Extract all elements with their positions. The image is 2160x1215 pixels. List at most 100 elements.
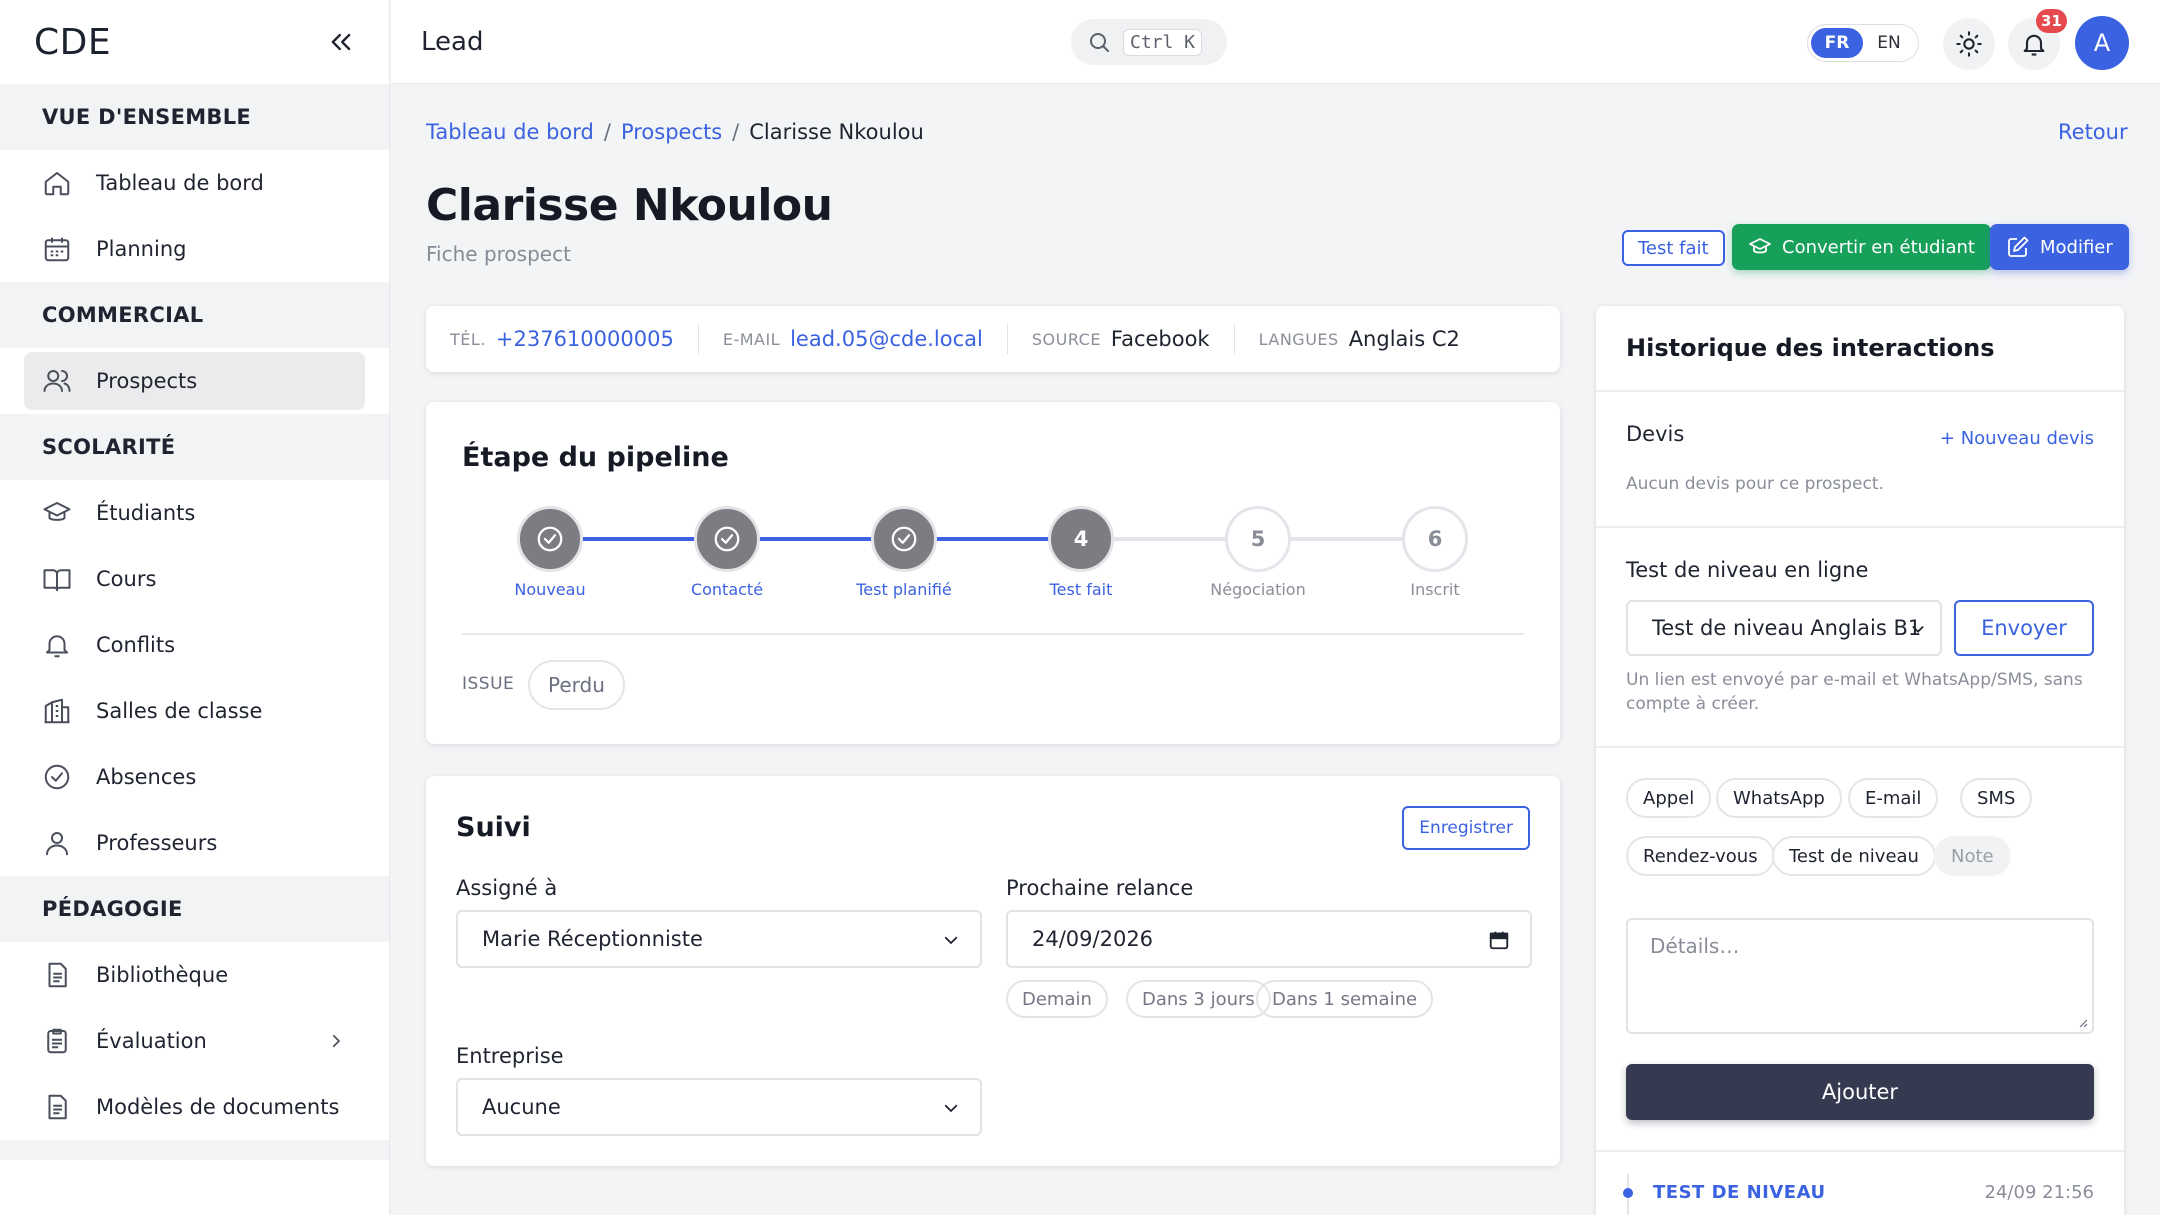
sidebar-item-salles-de-classe[interactable]: Salles de classe [0,678,389,744]
section-scolarite: SCOLARITÉ [0,414,389,480]
sidebar-item-bibliotheque[interactable]: Bibliothèque [0,942,389,1008]
type-sms-chip[interactable]: SMS [1960,778,2033,818]
test-done-button[interactable]: Test fait [1622,230,1725,266]
calendar-icon[interactable] [1488,929,1510,951]
chevron-down-icon [944,1104,958,1113]
add-interaction-button[interactable]: Ajouter [1626,1064,2094,1120]
graduation-cap-icon [1749,238,1771,254]
online-test-label: Test de niveau en ligne [1626,558,1869,582]
type-email-chip[interactable]: E-mail [1848,778,1939,818]
convert-student-label: Convertir en étudiant [1782,236,1975,258]
sidebar-item-prospects[interactable]: Prospects [0,348,389,414]
sidebar-item-label: Salles de classe [96,699,263,723]
type-call-chip[interactable]: Appel [1626,778,1712,818]
topbar-title: Lead [421,27,484,57]
send-test-button[interactable]: Envoyer [1954,600,2094,656]
type-meeting-chip[interactable]: Rendez-vous [1626,836,1775,876]
sidebar-item-planning[interactable]: Planning [0,216,389,282]
divider [1596,1150,2124,1152]
save-button[interactable]: Enregistrer [1402,806,1530,850]
pipeline-step-5[interactable]: 5 [1225,506,1291,572]
check-circle-icon [537,526,563,552]
type-level-test-chip[interactable]: Test de niveau [1772,836,1936,876]
edit-button[interactable]: Modifier [1990,224,2129,270]
divider [1596,390,2124,392]
source-label: SOURCE [1031,329,1101,349]
breadcrumb-home[interactable]: Tableau de bord [426,120,594,144]
chevron-down-icon [944,936,958,945]
quick-date-tomorrow[interactable]: Demain [1006,980,1108,1018]
sidebar-item-etudiants[interactable]: Étudiants [0,480,389,546]
sidebar-item-professeurs[interactable]: Professeurs [0,810,389,876]
quick-date-3-days[interactable]: Dans 3 jours [1126,980,1271,1018]
search-icon [1090,33,1109,52]
sidebar-footer-band [0,1140,389,1160]
chevron-right-icon[interactable] [327,1032,345,1050]
language-switch[interactable]: FR EN [1807,24,1919,62]
sidebar-item-label: Bibliothèque [96,963,229,987]
collapse-sidebar-icon[interactable] [327,28,355,56]
theme-toggle-button[interactable] [1943,18,1995,70]
sidebar-header: CDE [0,0,389,84]
lang-en[interactable]: EN [1863,28,1915,58]
sidebar-item-label: Évaluation [96,1029,207,1053]
timeline-entry-time: 24/09 21:56 [1984,1182,2094,1203]
sidebar-item-tableau-de-bord[interactable]: Tableau de bord [0,150,389,216]
pipeline-step-label: Test planifié [856,580,952,599]
issue-lost-chip[interactable]: Perdu [528,660,625,710]
next-followup-date-input[interactable]: 24/09/2026 [1006,910,1532,968]
timeline-entry-type: TEST DE NIVEAU [1653,1182,1826,1203]
check-circle-icon [714,526,740,552]
company-label: Entreprise [456,1044,564,1068]
calendar-icon [44,237,70,262]
email-link[interactable]: lead.05@cde.local [790,327,983,351]
new-quote-link[interactable]: + Nouveau devis [1940,428,2094,449]
breadcrumb: Tableau de bord / Prospects / Clarisse Nkoul… [426,120,924,144]
search-button[interactable]: Ctrl K [1071,19,1227,65]
notifications-button[interactable]: 31 [2008,9,2067,70]
pipeline-step-1[interactable] [517,506,583,572]
pipeline-step-3[interactable] [871,506,937,572]
quick-date-1-week[interactable]: Dans 1 semaine [1256,980,1434,1018]
pipeline-step-6[interactable]: 6 [1402,506,1468,572]
send-test-note: Un lien est envoyé par e-mail et WhatsAp… [1626,670,2083,714]
source-cell: SOURCE Facebook [1032,324,1235,354]
sidebar-item-evaluation[interactable]: Évaluation [0,1008,389,1074]
breadcrumb-separator: / [603,120,611,144]
section-vue-ensemble: VUE D'ENSEMBLE [0,84,389,150]
pipeline-step-2[interactable] [694,506,760,572]
sidebar-item-conflits[interactable]: Conflits [0,612,389,678]
document-icon [48,962,67,988]
sidebar-item-label: Planning [96,237,187,261]
breadcrumb-prospects[interactable]: Prospects [621,120,722,144]
phone-link[interactable]: +237610000005 [496,327,674,351]
type-note-chip[interactable]: Note [1934,836,2011,876]
level-test-select[interactable]: Test de niveau Anglais B1 [1626,600,1942,656]
details-textarea[interactable]: Détails… [1626,918,2094,1034]
sidebar: CDE VUE D'ENSEMBLE Tableau de bord Plann… [0,0,390,1215]
search-shortcut: Ctrl K [1123,28,1203,56]
sidebar-item-modeles-de-documents[interactable]: Modèles de documents [0,1074,389,1140]
pipeline-progress-line [576,537,1090,541]
assigned-select[interactable]: Marie Réceptionniste [456,910,982,968]
pipeline-step-4[interactable]: 4 [1048,506,1114,572]
timeline-dot [1623,1188,1633,1198]
pipeline-step-label: Nouveau [514,580,586,599]
lang-fr[interactable]: FR [1811,28,1863,58]
sidebar-item-absences[interactable]: Absences [0,744,389,810]
sidebar-item-cours[interactable]: Cours [0,546,389,612]
resize-handle-icon[interactable] [2076,1016,2088,1028]
back-link[interactable]: Retour [2058,120,2128,144]
avatar[interactable]: A [2075,16,2129,70]
pipeline-step-label: Négociation [1210,580,1306,599]
sidebar-item-label: Modèles de documents [96,1095,340,1119]
pipeline-card: Étape du pipeline 4 5 6 Nouveau Contacté… [426,402,1560,744]
convert-student-button[interactable]: Convertir en étudiant [1732,224,1991,270]
company-select[interactable]: Aucune [456,1078,982,1136]
bell-icon [2023,34,2045,56]
graduation-cap-icon [43,502,71,521]
type-whatsapp-chip[interactable]: WhatsApp [1716,778,1842,818]
page-subtitle: Fiche prospect [426,242,571,266]
company-value: Aucune [482,1095,561,1119]
app-logo[interactable]: CDE [34,22,111,63]
